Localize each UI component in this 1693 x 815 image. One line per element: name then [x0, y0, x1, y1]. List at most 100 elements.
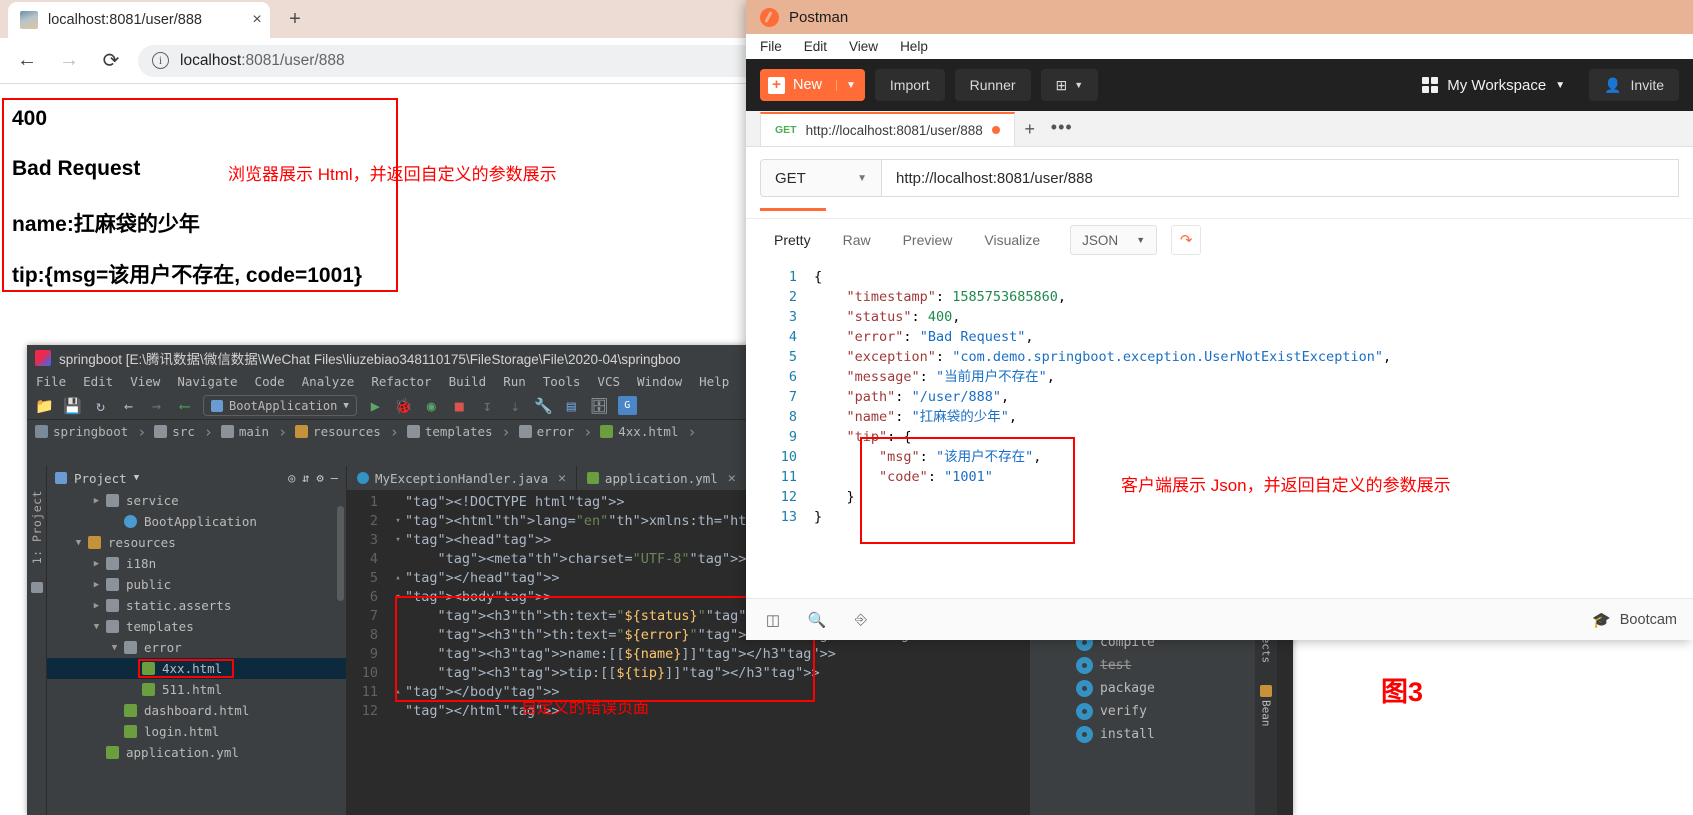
search-everywhere-icon[interactable]: G — [617, 396, 637, 415]
export-icon[interactable]: ⇣ — [506, 396, 525, 415]
update-project-icon[interactable]: ⟵ — [175, 396, 194, 415]
collapse-all-icon[interactable]: ⇵ — [302, 471, 309, 485]
maven-goal-install[interactable]: install — [1030, 723, 1255, 746]
back-icon[interactable]: ← — [119, 396, 138, 415]
site-info-icon[interactable]: i — [152, 52, 169, 69]
maven-goal-verify[interactable]: verify — [1030, 700, 1255, 723]
menu-run[interactable]: Run — [503, 374, 526, 389]
invite-button[interactable]: 👤 Invite — [1589, 69, 1679, 101]
import-button[interactable]: Import — [874, 69, 945, 101]
bootcamp-button[interactable]: 🎓 Bootcam — [1592, 611, 1677, 629]
fold-marker-icon[interactable]: ▾ — [391, 512, 405, 531]
menu-file[interactable]: File — [36, 374, 66, 389]
tree-item-511-html[interactable]: 511.html — [47, 679, 346, 700]
beans-tool-button[interactable]: Bean — [1260, 697, 1273, 727]
tree-item-i18n[interactable]: ▶ i18n — [47, 553, 346, 574]
chevron-down-icon[interactable]: ▼ — [109, 643, 120, 653]
tree-item-static-asserts[interactable]: ▶ static.asserts — [47, 595, 346, 616]
terminal-icon[interactable]: ⎆ — [850, 609, 872, 631]
add-request-tab-button[interactable]: + — [1015, 112, 1045, 146]
forward-icon[interactable]: → — [147, 396, 166, 415]
tab-preview[interactable]: Preview — [889, 225, 967, 255]
sync-icon[interactable]: ↻ — [91, 396, 110, 415]
database-icon[interactable]: 🗄 — [590, 396, 609, 415]
project-tool-window-button[interactable]: 1: Project — [30, 490, 44, 564]
breadcrumb-error[interactable]: error — [518, 423, 599, 441]
open-folder-icon[interactable]: 📁 — [35, 396, 54, 415]
locate-file-icon[interactable]: ◎ — [288, 471, 295, 485]
word-wrap-icon[interactable]: ↷ — [1171, 225, 1202, 255]
settings-wrench-icon[interactable]: 🔧 — [534, 396, 553, 415]
reload-icon[interactable]: ⟳ — [96, 46, 126, 76]
chevron-down-icon[interactable]: ▼ — [836, 79, 865, 91]
menu-code[interactable]: Code — [255, 374, 285, 389]
workspace-selector[interactable]: My Workspace ▼ — [1422, 77, 1565, 94]
run-coverage-icon[interactable]: ◉ — [422, 396, 441, 415]
gear-icon[interactable]: ⚙ — [317, 471, 324, 485]
breadcrumb-src[interactable]: src — [154, 423, 219, 441]
breadcrumb-springboot[interactable]: springboot — [35, 423, 152, 441]
new-button[interactable]: + New ▼ — [760, 69, 865, 101]
tab-visualize[interactable]: Visualize — [970, 225, 1054, 255]
breadcrumb-templates[interactable]: templates — [406, 423, 517, 441]
chevron-right-icon[interactable]: ▶ — [91, 601, 102, 611]
fold-marker-icon[interactable]: ▾ — [391, 588, 405, 607]
browser-tab[interactable]: localhost:8081/user/888 × — [8, 2, 270, 38]
menu-edit[interactable]: Edit — [83, 374, 113, 389]
chevron-down-icon[interactable]: ▼ — [134, 473, 139, 483]
import-icon[interactable]: ↧ — [478, 396, 497, 415]
hide-icon[interactable]: — — [331, 471, 338, 485]
tree-item-bootapplication[interactable]: BootApplication — [47, 511, 346, 532]
editor-tab-myexceptionhandler[interactable]: MyExceptionHandler.java ✕ — [347, 466, 577, 490]
menu-vcs[interactable]: VCS — [597, 374, 620, 389]
menu-analyze[interactable]: Analyze — [302, 374, 355, 389]
forward-icon[interactable]: → — [54, 46, 84, 76]
tab-options-button[interactable]: ••• — [1045, 112, 1079, 146]
tree-item-service[interactable]: ▶ service — [47, 490, 346, 511]
breadcrumb-resources[interactable]: resources — [295, 423, 405, 441]
http-method-select[interactable]: GET ▼ — [760, 159, 882, 197]
menu-build[interactable]: Build — [449, 374, 487, 389]
editor-tab-application-yml[interactable]: application.yml ✕ — [577, 466, 747, 490]
postman-menu-view[interactable]: View — [849, 39, 878, 54]
postman-menu-help[interactable]: Help — [900, 39, 928, 54]
tree-scrollbar[interactable] — [337, 506, 344, 601]
tree-item-templates[interactable]: ▼ templates — [47, 616, 346, 637]
menu-help[interactable]: Help — [699, 374, 729, 389]
fold-marker-icon[interactable]: ▴ — [391, 683, 405, 702]
menu-tools[interactable]: Tools — [543, 374, 581, 389]
fold-marker-icon[interactable]: ▴ — [391, 569, 405, 588]
tree-item-4xx-html[interactable]: 4xx.html — [47, 658, 346, 679]
structure-tool-icon[interactable] — [30, 582, 43, 594]
breadcrumb-4xx-html[interactable]: 4xx.html — [600, 423, 702, 441]
close-icon[interactable]: ✕ — [728, 471, 736, 486]
tree-item-login-html[interactable]: login.html — [47, 721, 346, 742]
chevron-right-icon[interactable]: ▶ — [91, 496, 102, 506]
close-icon[interactable]: ✕ — [558, 471, 566, 486]
chevron-right-icon[interactable]: ▶ — [91, 580, 102, 590]
stop-icon[interactable]: ■ — [450, 396, 469, 415]
request-url-input[interactable]: http://localhost:8081/user/888 — [882, 159, 1679, 197]
postman-menu-edit[interactable]: Edit — [804, 39, 827, 54]
close-icon[interactable]: × — [244, 11, 270, 29]
structure-icon[interactable]: ▤ — [562, 396, 581, 415]
tab-pretty[interactable]: Pretty — [760, 225, 825, 255]
postman-menu-file[interactable]: File — [760, 39, 782, 54]
run-icon[interactable]: ▶ — [366, 396, 385, 415]
tree-item-error[interactable]: ▼ error — [47, 637, 346, 658]
console-icon[interactable]: ◫ — [762, 609, 784, 631]
search-icon[interactable]: 🔍 — [806, 609, 828, 631]
run-configuration-selector[interactable]: BootApplication ▼ — [203, 395, 357, 416]
tab-raw[interactable]: Raw — [829, 225, 885, 255]
runner-button[interactable]: Runner — [954, 69, 1031, 101]
fold-marker-icon[interactable]: ▾ — [391, 531, 405, 550]
back-icon[interactable]: ← — [12, 46, 42, 76]
chevron-down-icon[interactable]: ▼ — [91, 622, 102, 632]
response-format-select[interactable]: JSON ▼ — [1070, 225, 1158, 255]
debug-icon[interactable]: 🐞 — [394, 396, 413, 415]
chevron-down-icon[interactable]: ▼ — [73, 538, 84, 548]
open-new-button[interactable]: ⊞ ▼ — [1040, 69, 1099, 101]
chevron-right-icon[interactable]: ▶ — [91, 559, 102, 569]
menu-refactor[interactable]: Refactor — [371, 374, 431, 389]
request-tab[interactable]: GET http://localhost:8081/user/888 — [760, 112, 1015, 146]
